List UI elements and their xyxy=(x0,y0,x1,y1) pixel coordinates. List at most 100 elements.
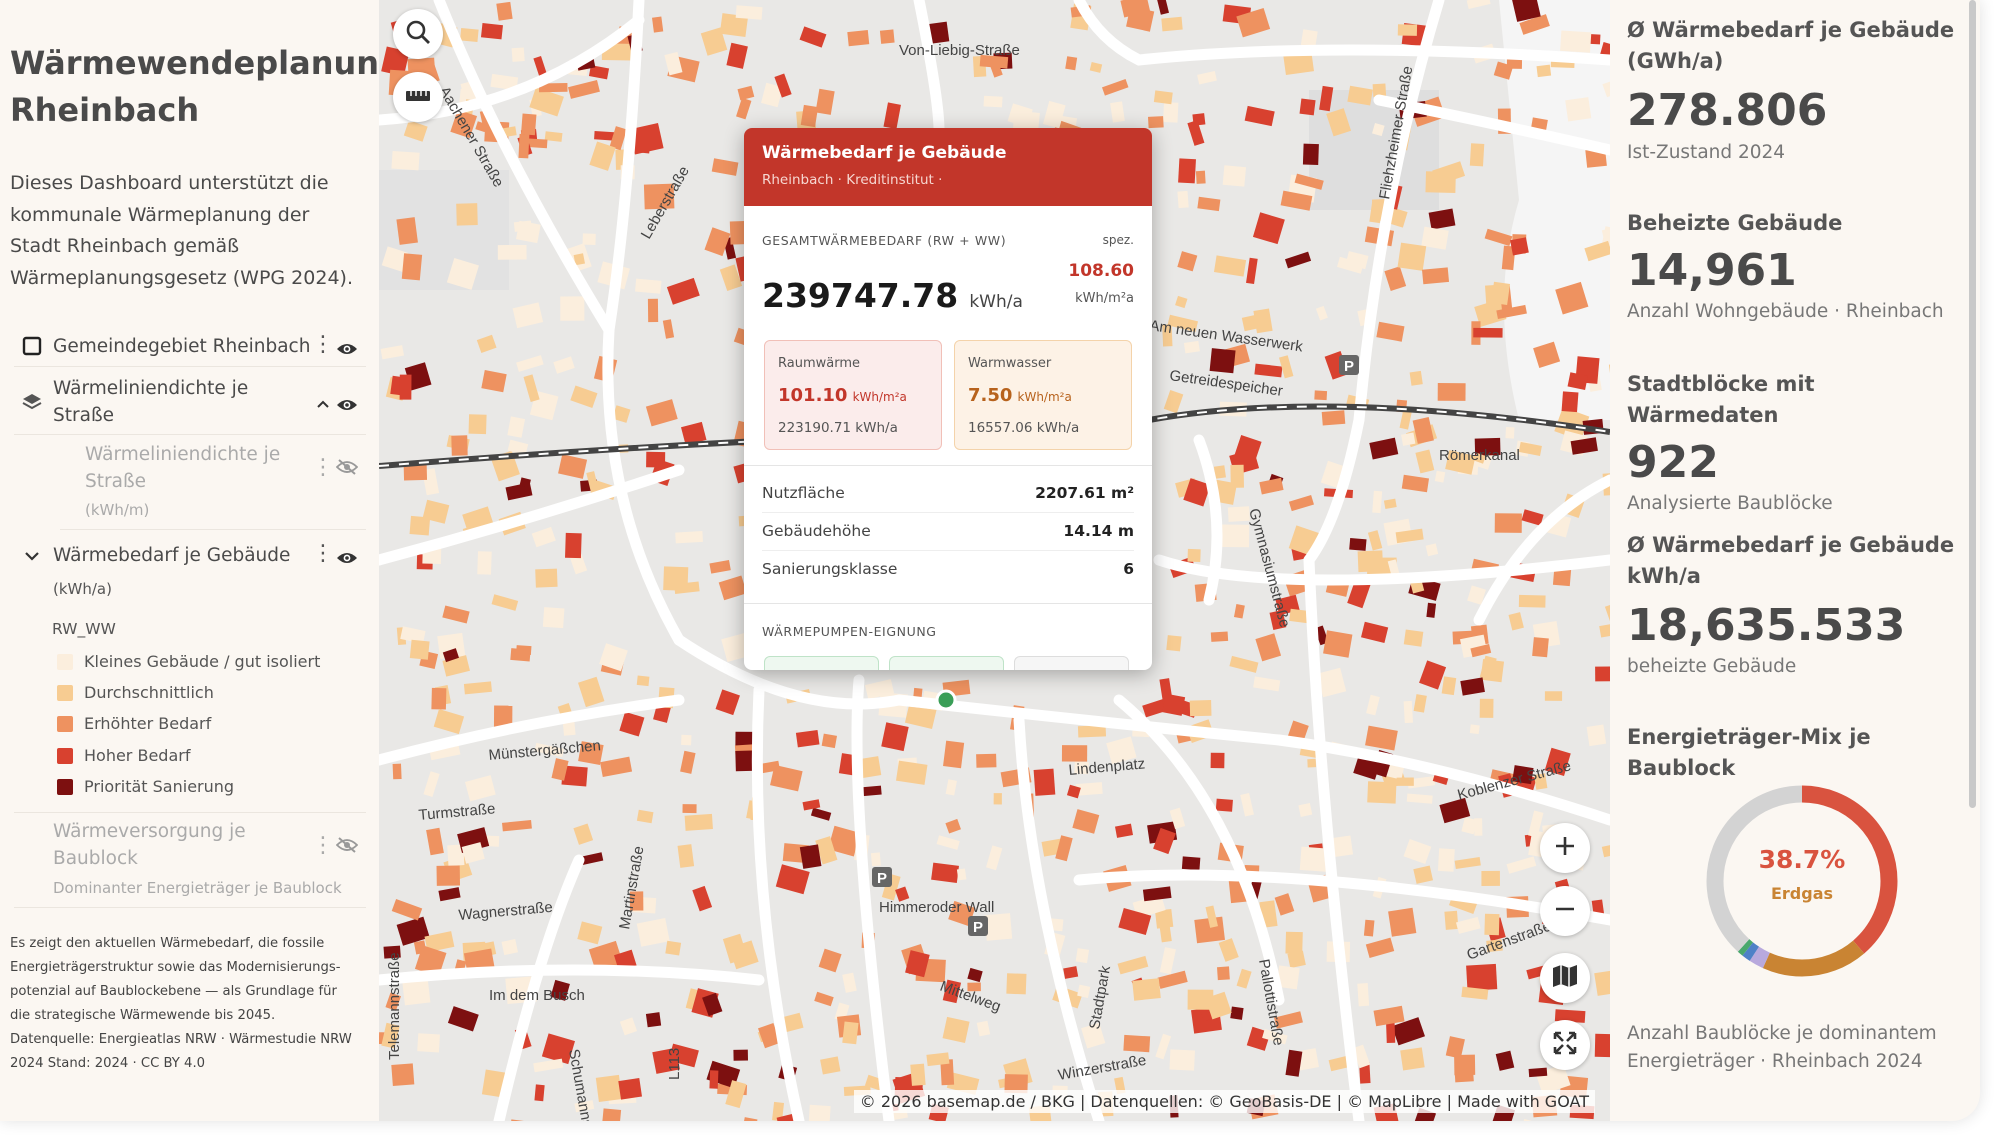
zoom-out-button[interactable] xyxy=(1540,886,1590,936)
building[interactable] xyxy=(1357,983,1370,1007)
building[interactable] xyxy=(1161,16,1183,32)
building[interactable] xyxy=(447,1006,479,1032)
building[interactable] xyxy=(1110,101,1125,123)
building[interactable] xyxy=(409,639,430,660)
building[interactable] xyxy=(1209,348,1236,374)
building[interactable] xyxy=(619,711,645,737)
building[interactable] xyxy=(392,763,402,780)
building[interactable] xyxy=(502,819,532,832)
building[interactable] xyxy=(680,750,696,774)
building[interactable] xyxy=(599,756,633,778)
building[interactable] xyxy=(1115,823,1134,838)
eye-icon[interactable] xyxy=(336,549,358,563)
building[interactable] xyxy=(682,804,697,814)
building[interactable] xyxy=(895,760,928,785)
building[interactable] xyxy=(883,102,901,130)
building[interactable] xyxy=(391,151,420,171)
building[interactable] xyxy=(1197,70,1217,85)
building[interactable] xyxy=(818,948,842,973)
building[interactable] xyxy=(842,1021,859,1045)
building[interactable] xyxy=(1454,1054,1476,1076)
building[interactable] xyxy=(1063,966,1079,979)
building[interactable] xyxy=(1254,363,1283,378)
building[interactable] xyxy=(692,885,713,912)
building[interactable] xyxy=(1560,30,1592,53)
building[interactable] xyxy=(810,807,832,821)
building[interactable] xyxy=(1415,449,1435,474)
eye-icon[interactable] xyxy=(336,340,358,354)
building[interactable] xyxy=(1594,969,1610,996)
building[interactable] xyxy=(1544,691,1563,701)
building[interactable] xyxy=(1159,947,1176,975)
building[interactable] xyxy=(943,740,965,769)
building[interactable] xyxy=(775,864,810,895)
chevron-up-icon[interactable] xyxy=(316,393,330,414)
building[interactable] xyxy=(1240,792,1254,817)
building[interactable] xyxy=(1285,931,1303,954)
building[interactable] xyxy=(726,42,748,69)
building[interactable] xyxy=(718,575,747,601)
building[interactable] xyxy=(1163,102,1179,123)
building[interactable] xyxy=(814,991,834,1007)
building[interactable] xyxy=(542,607,565,629)
building[interactable] xyxy=(1466,0,1491,9)
building[interactable] xyxy=(677,844,695,868)
building[interactable] xyxy=(1148,116,1164,129)
building[interactable] xyxy=(942,1016,970,1043)
building[interactable] xyxy=(1518,1118,1546,1121)
building[interactable] xyxy=(802,799,821,811)
eye-off-icon[interactable] xyxy=(335,837,359,853)
building[interactable] xyxy=(1363,919,1375,937)
building[interactable] xyxy=(1102,79,1129,96)
building[interactable] xyxy=(1437,848,1455,872)
building[interactable] xyxy=(1536,64,1552,78)
building[interactable] xyxy=(1473,327,1503,338)
building[interactable] xyxy=(468,414,487,435)
building[interactable] xyxy=(993,793,1002,805)
building[interactable] xyxy=(1484,284,1497,305)
building[interactable] xyxy=(1495,1050,1515,1071)
building[interactable] xyxy=(1323,630,1353,658)
building[interactable] xyxy=(635,278,662,294)
building[interactable] xyxy=(1215,798,1233,812)
more-options-icon[interactable]: ⋮ xyxy=(312,455,334,480)
building[interactable] xyxy=(735,5,763,20)
building[interactable] xyxy=(1255,633,1282,662)
building[interactable] xyxy=(1288,494,1314,512)
building[interactable] xyxy=(1479,698,1494,718)
building[interactable] xyxy=(1132,978,1161,1001)
building[interactable] xyxy=(1077,984,1091,998)
building[interactable] xyxy=(879,29,895,44)
building[interactable] xyxy=(1218,938,1239,962)
building[interactable] xyxy=(664,51,683,76)
building[interactable] xyxy=(956,868,967,881)
building[interactable] xyxy=(1367,781,1397,804)
building[interactable] xyxy=(1469,143,1485,167)
building[interactable] xyxy=(1406,793,1433,804)
building[interactable] xyxy=(986,845,1003,871)
building[interactable] xyxy=(516,645,532,656)
building[interactable] xyxy=(666,277,700,305)
building[interactable] xyxy=(1177,190,1189,209)
more-options-icon[interactable]: ⋮ xyxy=(312,833,334,858)
building[interactable] xyxy=(1481,870,1500,886)
building[interactable] xyxy=(1230,464,1244,488)
building[interactable] xyxy=(380,345,405,360)
building[interactable] xyxy=(391,1063,415,1086)
building[interactable] xyxy=(1561,391,1579,413)
building[interactable] xyxy=(1403,700,1414,724)
building[interactable] xyxy=(1384,266,1407,292)
building[interactable] xyxy=(1072,809,1100,834)
building[interactable] xyxy=(1388,907,1417,937)
building[interactable] xyxy=(1565,97,1592,122)
building[interactable] xyxy=(1444,910,1459,930)
building[interactable] xyxy=(709,1070,719,1089)
building[interactable] xyxy=(1369,437,1399,460)
building[interactable] xyxy=(1454,857,1481,870)
building[interactable] xyxy=(1506,856,1537,874)
building[interactable] xyxy=(967,967,983,983)
building[interactable] xyxy=(1484,228,1513,247)
building[interactable] xyxy=(647,298,659,323)
building[interactable] xyxy=(516,220,541,244)
building[interactable] xyxy=(577,921,603,945)
